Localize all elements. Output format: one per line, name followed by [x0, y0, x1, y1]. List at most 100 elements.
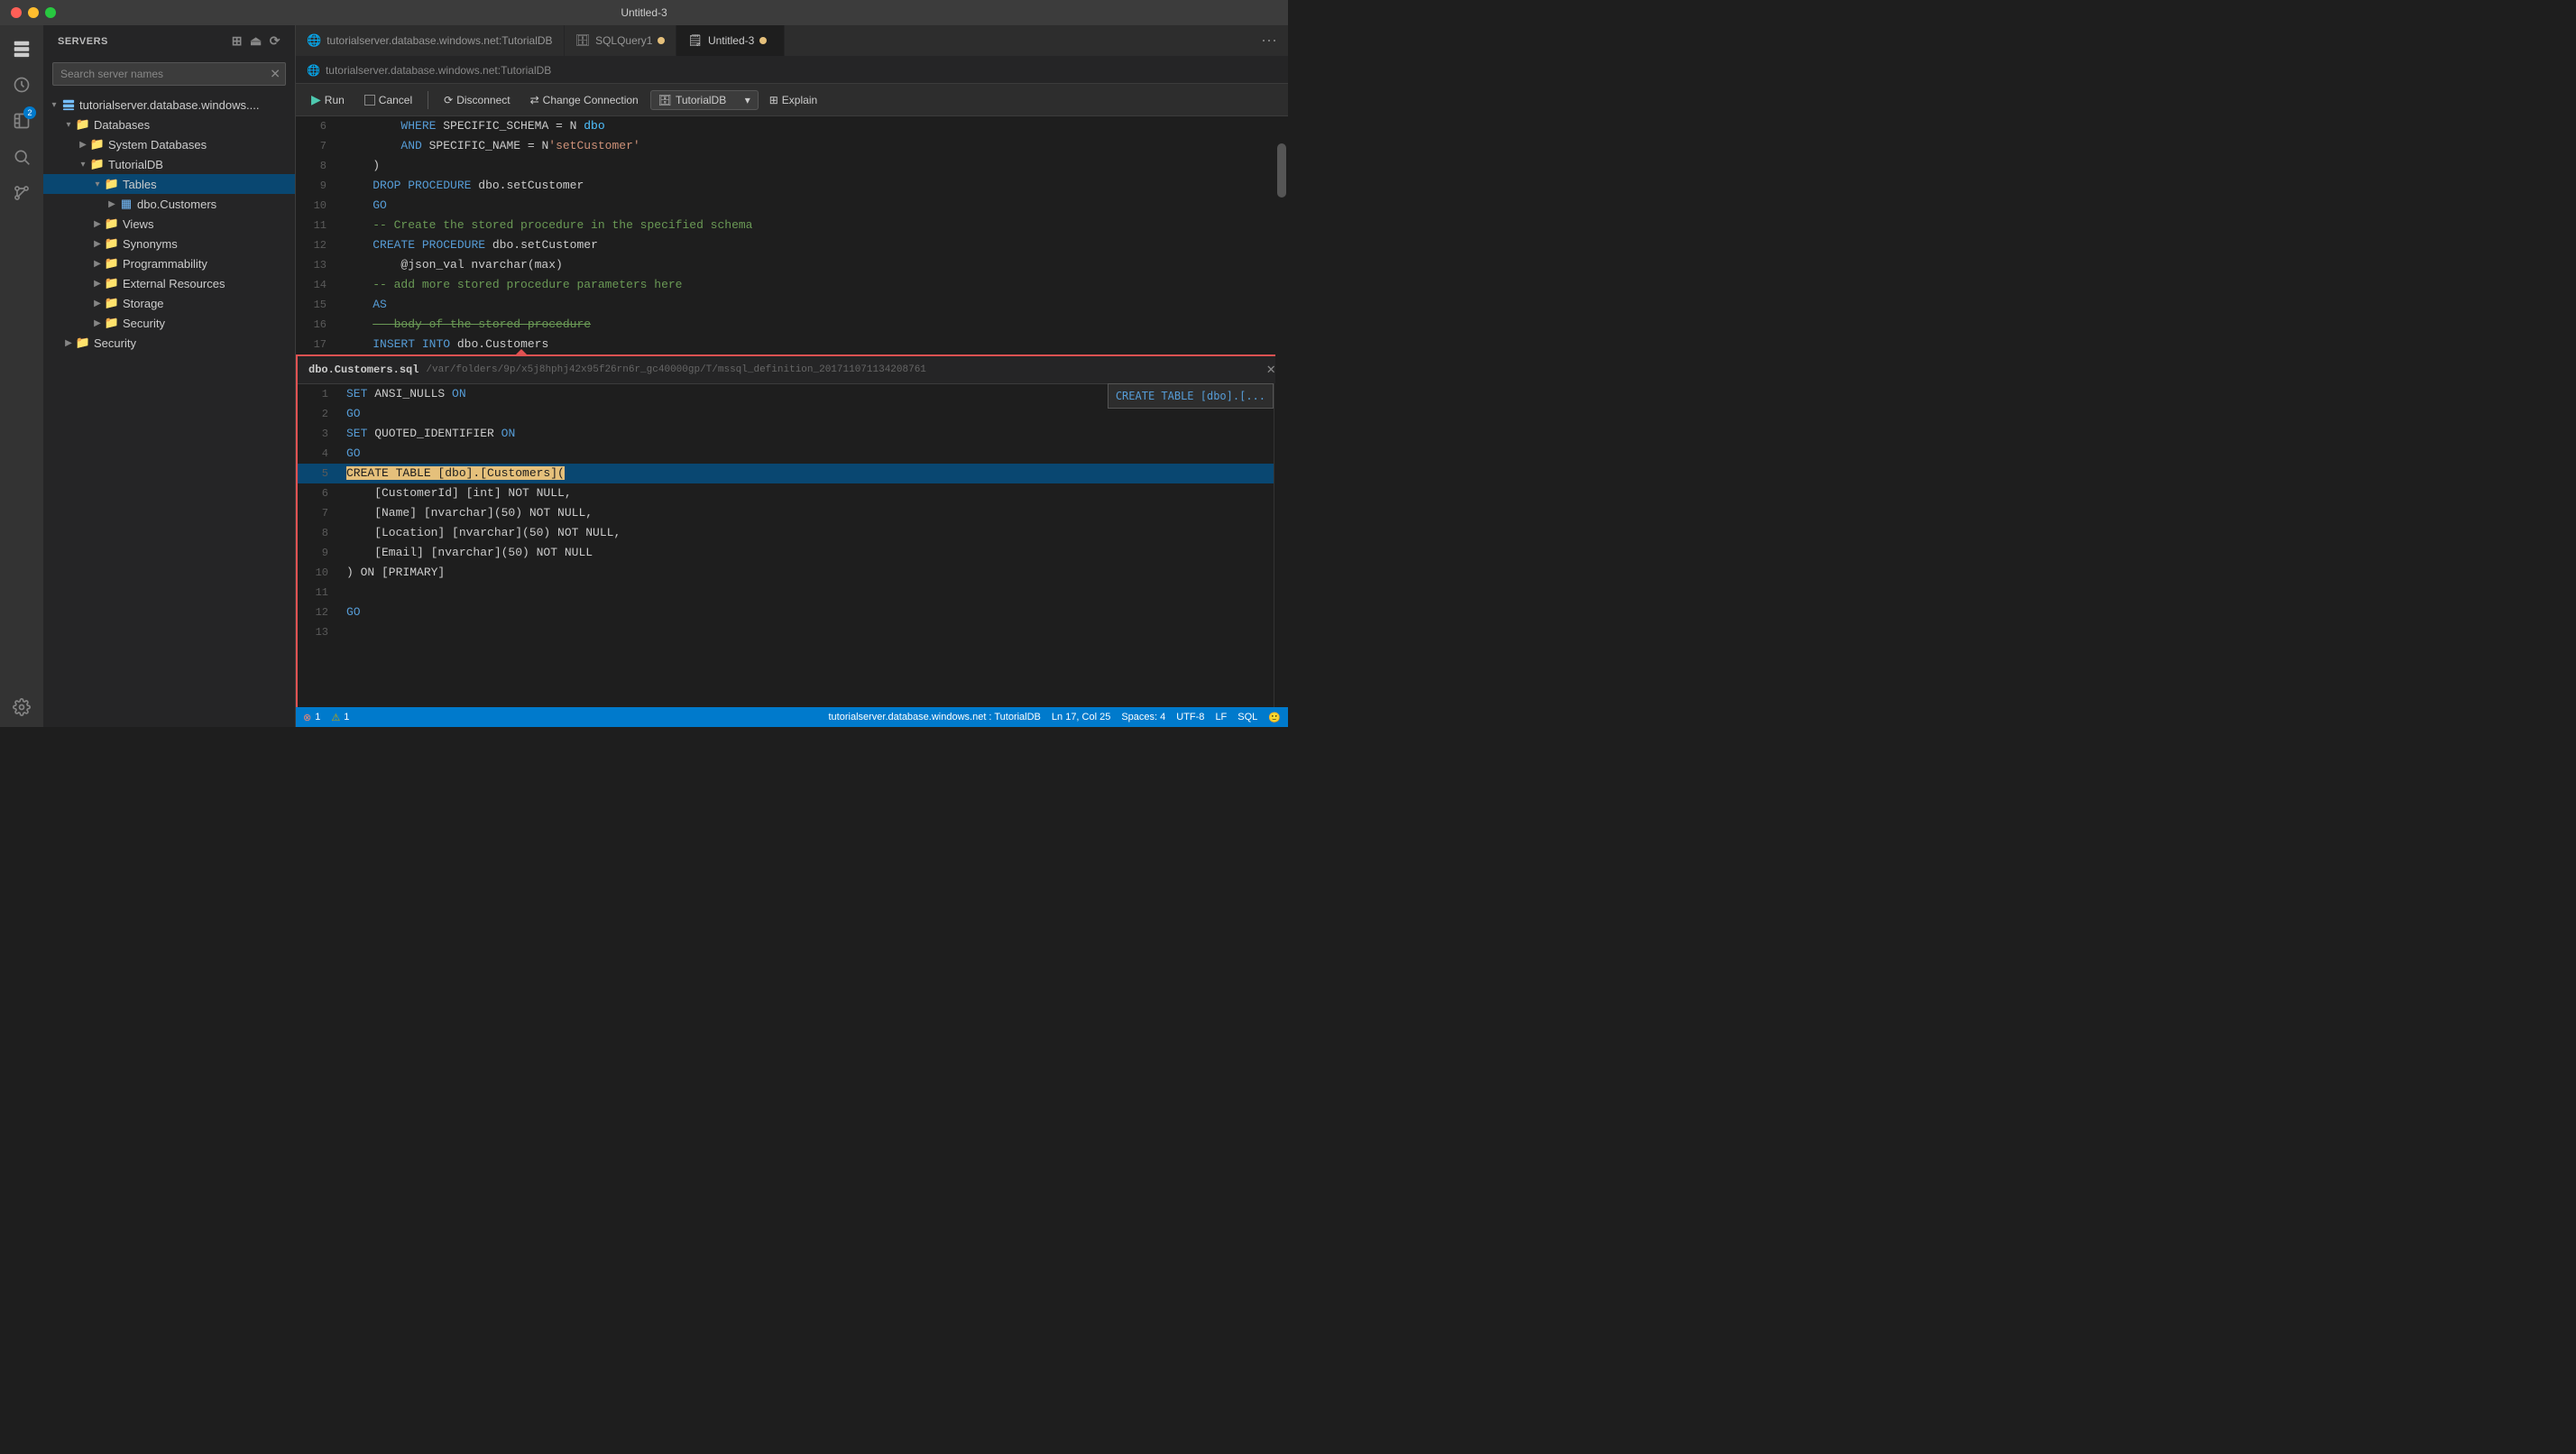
tree-label-server: tutorialserver.database.windows....	[79, 98, 259, 112]
tree-item-tables[interactable]: ▾ 📁 Tables	[43, 174, 295, 194]
code-line-11: 11 -- Create the stored procedure in the…	[296, 216, 1288, 235]
code-line-7: 7 AND SPECIFIC_NAME = N'setCustomer'	[296, 136, 1288, 156]
folder-icon-synonyms: 📁	[105, 236, 119, 251]
cancel-button[interactable]: Cancel	[356, 90, 420, 110]
tab-more-button[interactable]: ···	[1250, 25, 1288, 56]
tree-arrow-storage[interactable]: ▶	[90, 296, 105, 310]
explain-button[interactable]: ⊞ Explain	[762, 91, 824, 109]
peek-line-10: 10 ) ON [PRIMARY]	[298, 563, 1286, 583]
close-button[interactable]	[11, 7, 22, 18]
folder-icon-tables: 📁	[105, 177, 119, 191]
status-right: tutorialserver.database.windows.net : Tu…	[829, 712, 1282, 723]
search-input[interactable]	[52, 62, 286, 86]
activity-settings[interactable]	[5, 695, 38, 727]
change-connection-button[interactable]: ⇄ Change Connection	[522, 90, 647, 110]
run-label: Run	[325, 94, 345, 106]
status-spaces[interactable]: Spaces: 4	[1121, 712, 1165, 722]
tree-item-databases[interactable]: ▾ 📁 Databases	[43, 115, 295, 134]
run-button[interactable]: ▶ Run	[303, 88, 353, 111]
explain-label: Explain	[782, 94, 817, 106]
tree-label-security2: Security	[94, 336, 136, 350]
disconnect-button[interactable]: ⟳ Disconnect	[436, 90, 518, 110]
status-left: ⊗ 1 ⚠ 1	[303, 712, 349, 723]
tree-item-tutorialdb[interactable]: ▾ 📁 TutorialDB	[43, 154, 295, 174]
status-encoding[interactable]: UTF-8	[1176, 712, 1204, 722]
tab-bar: 🌐 tutorialserver.database.windows.net:Tu…	[296, 25, 1288, 57]
tree-item-dbo-customers[interactable]: ▶ ▦ dbo.Customers	[43, 194, 295, 214]
code-line-13: 13 @json_val nvarchar(max)	[296, 255, 1288, 275]
tree-item-security2[interactable]: ▶ 📁 Security	[43, 333, 295, 353]
main-editor-scroll[interactable]: 6 WHERE SPECIFIC_SCHEMA = N dbo 7 AND SP…	[296, 116, 1288, 707]
status-line-ending[interactable]: LF	[1215, 712, 1227, 722]
tree-item-programmability[interactable]: ▶ 📁 Programmability	[43, 253, 295, 273]
tree-label-dbo-customers: dbo.Customers	[137, 198, 216, 211]
tree-arrow-security1[interactable]: ▶	[90, 316, 105, 330]
main-scrollbar-thumb[interactable]	[1277, 143, 1286, 198]
tree-arrow-systemdbs[interactable]: ▶	[76, 137, 90, 152]
minimize-button[interactable]	[28, 7, 39, 18]
peek-line-7: 7 [Name] [nvarchar](50) NOT NULL,	[298, 503, 1286, 523]
tree-arrow-security2[interactable]: ▶	[61, 336, 76, 350]
maximize-button[interactable]	[45, 7, 56, 18]
cancel-label: Cancel	[379, 94, 412, 106]
server-icon	[61, 97, 76, 112]
tree-arrow-synonyms[interactable]: ▶	[90, 236, 105, 251]
tree-arrow-tables[interactable]: ▾	[90, 177, 105, 191]
tree-item-externalresources[interactable]: ▶ 📁 External Resources	[43, 273, 295, 293]
tree-arrow-tutorialdb[interactable]: ▾	[76, 157, 90, 171]
activity-git[interactable]	[5, 177, 38, 209]
status-position-text: Ln 17, Col 25	[1052, 712, 1110, 722]
peek-code-editor[interactable]: 1 SET ANSI_NULLS ON 2 GO 3 SET QUOTED_ID…	[298, 384, 1286, 707]
dropdown-icon: ▾	[745, 94, 750, 106]
main-code-editor[interactable]: 6 WHERE SPECIFIC_SCHEMA = N dbo 7 AND SP…	[296, 116, 1288, 707]
tree-item-server[interactable]: ▾ tutorialserver.database.windows....	[43, 95, 295, 115]
tab-sqlquery1[interactable]: 🗄 SQLQuery1	[565, 25, 677, 56]
activity-bar: 2	[0, 25, 43, 727]
status-warnings[interactable]: ⚠ 1	[331, 712, 349, 723]
folder-icon-views: 📁	[105, 216, 119, 231]
sidebar-refresh-icon[interactable]: ⟳	[270, 33, 281, 49]
tree-item-systemdbs[interactable]: ▶ 📁 System Databases	[43, 134, 295, 154]
status-position[interactable]: Ln 17, Col 25	[1052, 712, 1110, 722]
tab-connection[interactable]: 🌐 tutorialserver.database.windows.net:Tu…	[296, 25, 565, 56]
sidebar-disconnect-icon[interactable]: ⏏	[250, 33, 262, 49]
tab-untitled3-modified	[759, 37, 767, 44]
status-bar: ⊗ 1 ⚠ 1 tutorialserver.database.windows.…	[296, 707, 1288, 727]
activity-notebooks[interactable]: 2	[5, 105, 38, 137]
status-spaces-text: Spaces: 4	[1121, 712, 1165, 722]
tree-arrow-dbo-customers[interactable]: ▶	[105, 197, 119, 211]
explain-icon: ⊞	[769, 94, 778, 106]
peek-line-11: 11	[298, 583, 1286, 603]
disconnect-label: Disconnect	[456, 94, 510, 106]
tree-item-security1[interactable]: ▶ 📁 Security	[43, 313, 295, 333]
database-selector[interactable]: 🗄 TutorialDB ▾	[650, 90, 759, 110]
folder-icon: 📁	[76, 117, 90, 132]
status-language[interactable]: SQL	[1237, 712, 1257, 722]
tree-arrow-views[interactable]: ▶	[90, 216, 105, 231]
peek-line-9: 9 [Email] [nvarchar](50) NOT NULL	[298, 543, 1286, 563]
tree-arrow-databases[interactable]: ▾	[61, 117, 76, 132]
tree-item-views[interactable]: ▶ 📁 Views	[43, 214, 295, 234]
tree-item-synonyms[interactable]: ▶ 📁 Synonyms	[43, 234, 295, 253]
traffic-lights	[11, 7, 56, 18]
warning-count: 1	[344, 712, 349, 722]
code-line-16: 16 -- body of the stored procedure	[296, 315, 1288, 335]
tree-arrow-programmability[interactable]: ▶	[90, 256, 105, 271]
status-connection[interactable]: tutorialserver.database.windows.net : Tu…	[829, 712, 1041, 722]
peek-line-6: 6 [CustomerId] [int] NOT NULL,	[298, 483, 1286, 503]
main-scrollbar[interactable]	[1275, 116, 1288, 707]
error-count: 1	[315, 712, 320, 722]
activity-search[interactable]	[5, 141, 38, 173]
tab-untitled3[interactable]: 🗒 Untitled-3	[676, 25, 785, 56]
search-clear-icon[interactable]: ✕	[270, 67, 281, 82]
activity-history[interactable]	[5, 69, 38, 101]
folder-icon-security2: 📁	[76, 336, 90, 350]
tree-arrow-server[interactable]: ▾	[47, 97, 61, 112]
sidebar-new-connection-icon[interactable]: ⊞	[232, 33, 243, 49]
status-emoji[interactable]: 🙂	[1268, 712, 1281, 723]
activity-servers[interactable]	[5, 32, 38, 65]
tree-arrow-externalresources[interactable]: ▶	[90, 276, 105, 290]
peek-close-button[interactable]: ✕	[1266, 360, 1275, 380]
status-errors[interactable]: ⊗ 1	[303, 712, 320, 723]
tree-item-storage[interactable]: ▶ 📁 Storage	[43, 293, 295, 313]
